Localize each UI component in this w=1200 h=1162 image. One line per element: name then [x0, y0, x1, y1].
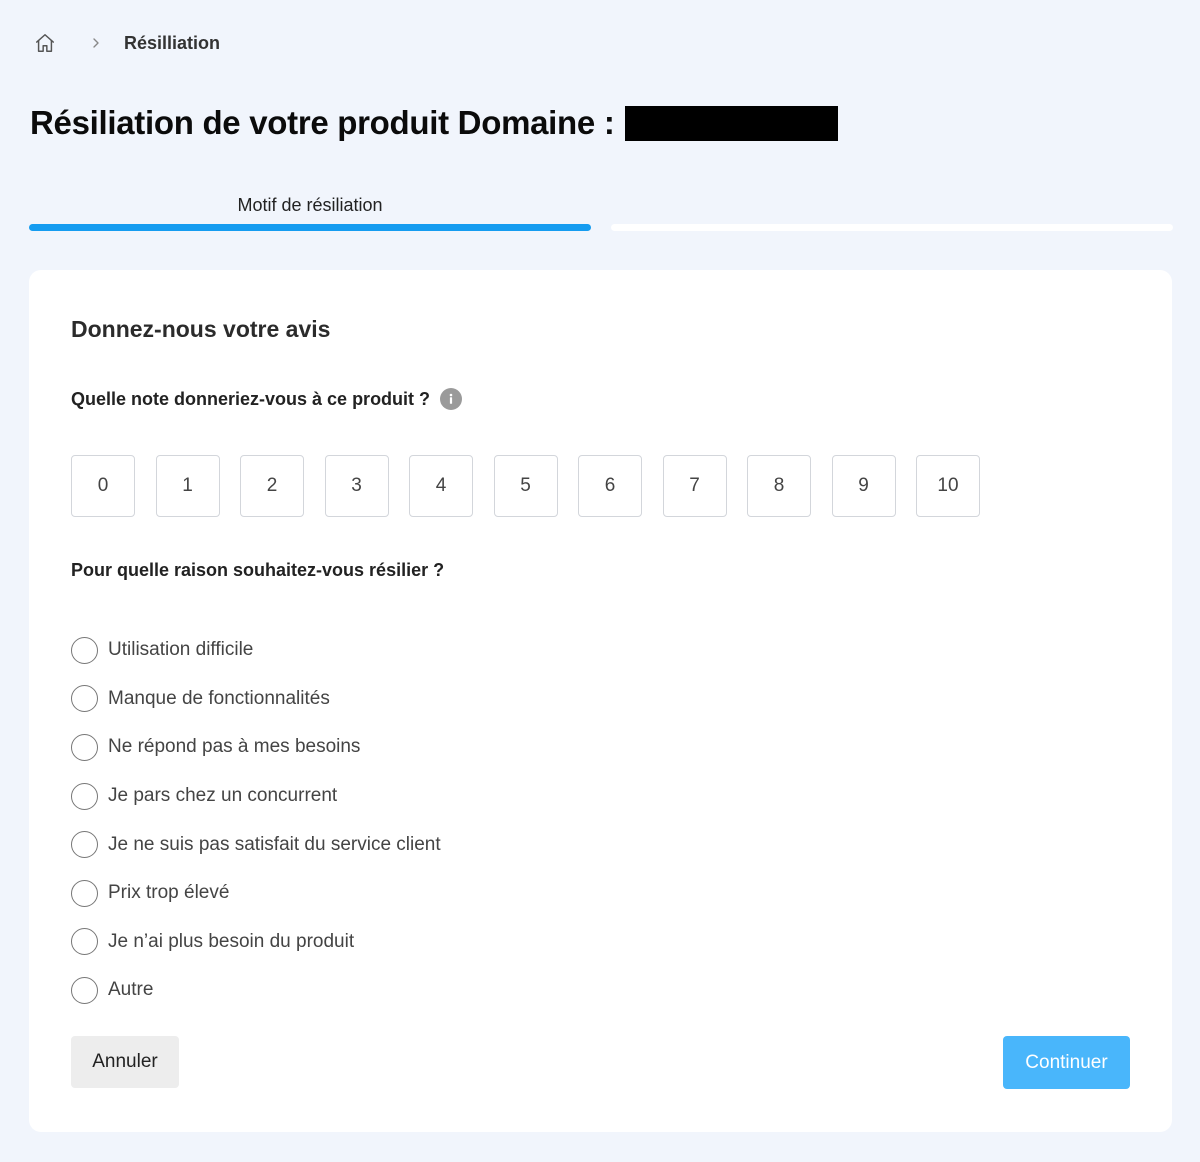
radio-button[interactable]	[71, 636, 98, 664]
radio-button[interactable]	[71, 733, 98, 761]
radio-button[interactable]	[71, 879, 98, 907]
stepper: Motif de résiliation	[29, 192, 1173, 232]
score-button-2[interactable]: 2	[240, 455, 304, 517]
reason-label: Manque de fonctionnalités	[108, 687, 330, 709]
reason-radio-group: Utilisation difficile Manque de fonction…	[71, 626, 441, 1015]
radio-button[interactable]	[71, 685, 98, 713]
reason-label: Ne répond pas à mes besoins	[108, 736, 361, 758]
reason-option[interactable]: Manque de fonctionnalités	[71, 675, 441, 724]
radio-button[interactable]	[71, 928, 98, 956]
reason-option[interactable]: Je n’ai plus besoin du produit	[71, 918, 441, 967]
score-button-4[interactable]: 4	[409, 455, 473, 517]
radio-button[interactable]	[71, 782, 98, 810]
home-icon[interactable]	[32, 30, 58, 56]
step-progress-bar-inactive	[611, 224, 1173, 231]
step-label: Motif de résiliation	[237, 195, 383, 215]
radio-button[interactable]	[71, 831, 98, 859]
step-next	[611, 192, 1173, 231]
reason-label: Utilisation difficile	[108, 639, 254, 661]
card-title: Donnez-nous votre avis	[71, 316, 331, 342]
reason-option[interactable]: Je pars chez un concurrent	[71, 772, 441, 821]
score-button-5[interactable]: 5	[493, 455, 558, 517]
rating-question-row: Quelle note donneriez-vous à ce produit …	[71, 388, 463, 410]
reason-option[interactable]: Je ne suis pas satisfait du service clie…	[71, 820, 441, 869]
score-button-3[interactable]: 3	[324, 455, 389, 517]
cancel-button[interactable]: Annuler	[71, 1036, 179, 1088]
reason-label: Je pars chez un concurrent	[108, 785, 338, 807]
page-title-text: Résiliation de votre produit Domaine :	[30, 104, 615, 141]
feedback-card: Donnez-nous votre avis Quelle note donne…	[29, 270, 1172, 1132]
score-button-0[interactable]: 0	[71, 455, 135, 517]
breadcrumb: Résilliation	[32, 30, 220, 56]
continue-button[interactable]: Continuer	[1003, 1036, 1130, 1089]
reason-option[interactable]: Prix trop élevé	[71, 869, 441, 918]
reason-label: Autre	[108, 979, 154, 1001]
reason-option[interactable]: Ne répond pas à mes besoins	[71, 723, 441, 772]
reason-question: Pour quelle raison souhaitez-vous résili…	[71, 560, 445, 580]
reason-label: Je n’ai plus besoin du produit	[108, 930, 355, 952]
page-title: Résiliation de votre produit Domaine :	[30, 104, 838, 142]
score-button-9[interactable]: 9	[831, 455, 896, 517]
score-button-7[interactable]: 7	[662, 455, 727, 517]
reason-option[interactable]: Autre	[71, 966, 441, 1015]
info-icon[interactable]	[440, 388, 463, 410]
reason-label: Je ne suis pas satisfait du service clie…	[108, 833, 441, 855]
score-button-8[interactable]: 8	[747, 455, 811, 517]
chevron-right-icon	[90, 36, 104, 50]
rating-question: Quelle note donneriez-vous à ce produit …	[71, 388, 431, 409]
step-progress-bar-active	[29, 224, 591, 231]
step-motif: Motif de résiliation	[29, 192, 591, 231]
score-button-1[interactable]: 1	[155, 455, 220, 517]
breadcrumb-current: Résilliation	[124, 32, 221, 53]
reason-label: Prix trop élevé	[108, 882, 230, 904]
score-button-6[interactable]: 6	[578, 455, 642, 517]
redacted-domain-name	[624, 105, 838, 141]
reason-option[interactable]: Utilisation difficile	[71, 626, 441, 675]
score-button-10[interactable]: 10	[916, 455, 980, 517]
rating-scale: 0 1 2 3 4 5 6 7 8 9 10	[71, 455, 1001, 517]
radio-button[interactable]	[71, 976, 98, 1004]
